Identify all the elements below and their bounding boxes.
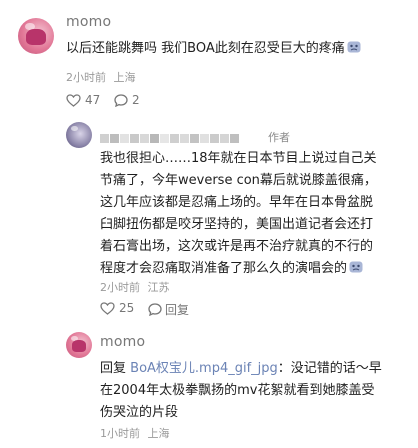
comment-text-line: 臼脚扭伤都是咬牙坚持的，美国出道记者会还打 (100, 217, 374, 232)
comment-button[interactable]: 2 (114, 93, 140, 107)
comment-username[interactable]: momo (100, 334, 145, 350)
comment-text-line: 这几年应该都是忍痛上场的。早年在日本骨盆脱 (100, 195, 374, 210)
comment-text-line: 我也很担心……18年就在日本节目上说过自己关 (100, 151, 377, 166)
avatar[interactable] (66, 332, 92, 358)
heart-outline-icon (100, 301, 115, 315)
comment-text-line-last: 程度才会忍痛取消准备了那么久的演唱会的 (100, 258, 377, 280)
comment-text-line: 回复 BoA权宝儿.mp4_gif_jpg：没记错的话～早 (100, 358, 382, 380)
like-count: 47 (85, 93, 101, 107)
avatar[interactable] (66, 122, 92, 148)
comment-text: 回复 BoA权宝儿.mp4_gif_jpg：没记错的话～早 在2004年太极拳飘… (100, 358, 382, 424)
username-redacted (100, 128, 240, 143)
comment-text-line: 伤哭泣的片段 (100, 405, 179, 420)
comment-time: 1小时前 (100, 427, 140, 440)
author-tag: 作者 (268, 131, 290, 144)
comment-location: 上海 (147, 427, 170, 440)
comment-time: 2小时前 (100, 281, 140, 294)
comment-text-line: 在2004年太极拳飘扬的mv花絮就看到她膝盖受 (100, 383, 375, 398)
like-count: 25 (119, 301, 135, 315)
comment-text-line: 节痛了，今年weverse con幕后就说膝盖很痛， (100, 173, 377, 188)
reply-prefix: 回复 (100, 361, 127, 376)
comment-location: 江苏 (147, 281, 170, 294)
reply-label: 回复 (165, 303, 190, 317)
comment-text-content: 以后还能跳舞吗 我们BOA此刻在忍受巨大的疼痛 (66, 41, 345, 56)
comment-username[interactable]: momo (66, 14, 111, 30)
comment-text: 我也很担心……18年就在日本节目上说过自己关 节痛了，今年weverse con… (100, 148, 377, 280)
comment-text: 以后还能跳舞吗 我们BOA此刻在忍受巨大的疼痛 (66, 38, 361, 60)
crying-face-emoji-icon (349, 261, 363, 273)
comment-meta: 1小时前 上海 (100, 425, 170, 441)
avatar[interactable] (18, 18, 54, 54)
like-button[interactable]: 47 (66, 93, 100, 107)
reply-button[interactable]: 回复 (148, 301, 189, 318)
comment-text-content: ：没记错的话～早 (277, 361, 382, 376)
heart-outline-icon (66, 93, 81, 107)
comment-location: 上海 (113, 71, 136, 84)
crying-face-emoji-icon (347, 41, 361, 53)
reply-to-link[interactable]: BoA权宝儿.mp4_gif_jpg (130, 361, 278, 376)
comment-text-line: 着石膏出场，这次或许是再不治疗就真的不行的 (100, 239, 374, 254)
reply-count: 2 (132, 93, 140, 107)
comment-meta: 2小时前 上海 (66, 69, 136, 85)
speech-bubble-icon (114, 93, 128, 107)
comment-meta: 2小时前 江苏 (100, 279, 170, 295)
like-button[interactable]: 25 (100, 301, 134, 315)
comment-time: 2小时前 (66, 71, 106, 84)
speech-bubble-icon (148, 303, 162, 316)
